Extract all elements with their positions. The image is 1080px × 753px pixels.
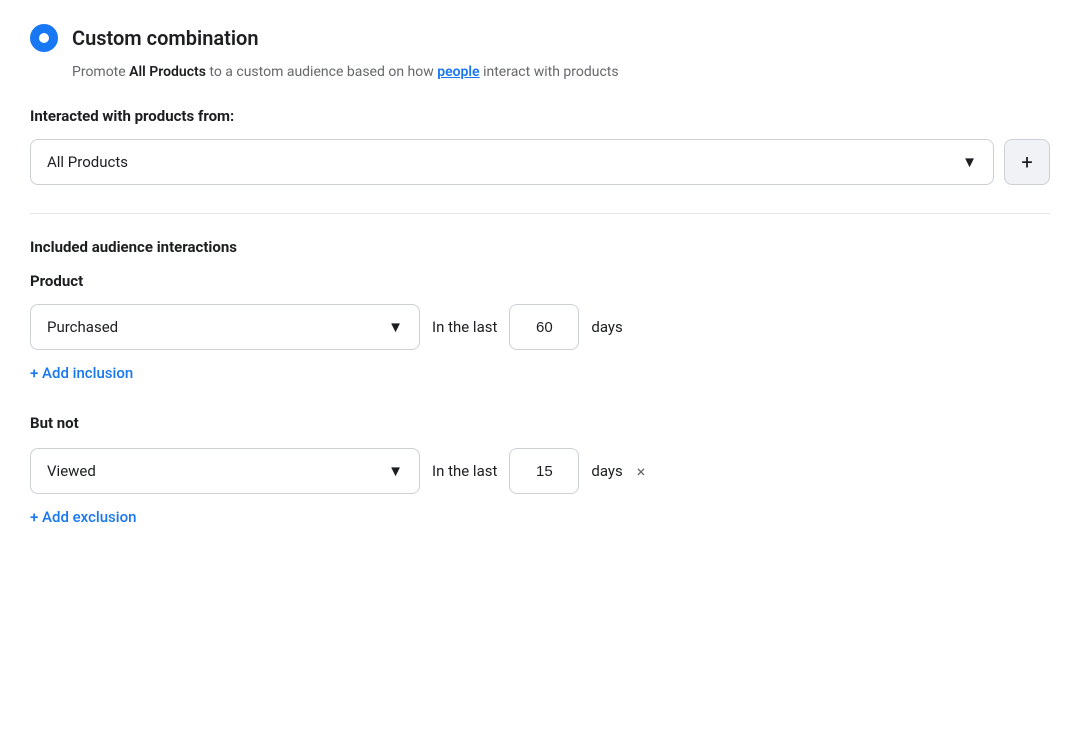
inclusion-dropdown-value: Purchased — [47, 318, 118, 336]
exclusion-dropdown-arrow-icon: ▼ — [388, 462, 403, 480]
inclusion-days-label: days — [591, 318, 622, 336]
products-dropdown-arrow-icon: ▼ — [962, 153, 977, 171]
add-product-button[interactable]: + — [1004, 139, 1050, 185]
exclusion-in-the-last-label: In the last — [432, 462, 497, 480]
add-exclusion-button[interactable]: + Add exclusion — [30, 508, 136, 526]
subtitle-mid: to a custom audience based on how — [206, 64, 437, 80]
exclusion-days-label: days — [591, 462, 622, 480]
exclusion-row: Viewed ▼ In the last days × — [30, 448, 1050, 494]
page-title: Custom combination — [72, 26, 259, 50]
inclusion-dropdown[interactable]: Purchased ▼ — [30, 304, 420, 350]
inclusion-days-input[interactable] — [509, 304, 579, 350]
excluded-section: But not Viewed ▼ In the last days × + Ad… — [30, 414, 1050, 554]
subtitle-end: interact with products — [480, 64, 619, 80]
radio-inner — [39, 33, 49, 43]
section-divider — [30, 213, 1050, 214]
products-row: All Products ▼ + — [30, 139, 1050, 185]
exclusion-dropdown[interactable]: Viewed ▼ — [30, 448, 420, 494]
product-label: Product — [30, 272, 1050, 290]
inclusion-in-the-last-label: In the last — [432, 318, 497, 336]
included-section-label: Included audience interactions — [30, 238, 1050, 256]
subtitle: Promote All Products to a custom audienc… — [72, 62, 1050, 83]
inclusion-row: Purchased ▼ In the last days — [30, 304, 1050, 350]
radio-button[interactable] — [30, 24, 58, 52]
products-dropdown-value: All Products — [47, 153, 128, 171]
people-link[interactable]: people — [437, 64, 479, 80]
products-dropdown[interactable]: All Products ▼ — [30, 139, 994, 185]
interacted-section-label: Interacted with products from: — [30, 107, 1050, 125]
exclusion-dropdown-value: Viewed — [47, 462, 96, 480]
add-inclusion-button[interactable]: + Add inclusion — [30, 364, 133, 382]
subtitle-pre: Promote — [72, 64, 129, 80]
inclusion-dropdown-arrow-icon: ▼ — [388, 318, 403, 336]
exclusion-days-input[interactable] — [509, 448, 579, 494]
header-row: Custom combination — [30, 24, 1050, 52]
remove-exclusion-button[interactable]: × — [637, 462, 646, 481]
subtitle-bold: All Products — [129, 64, 206, 80]
but-not-label: But not — [30, 414, 1050, 432]
